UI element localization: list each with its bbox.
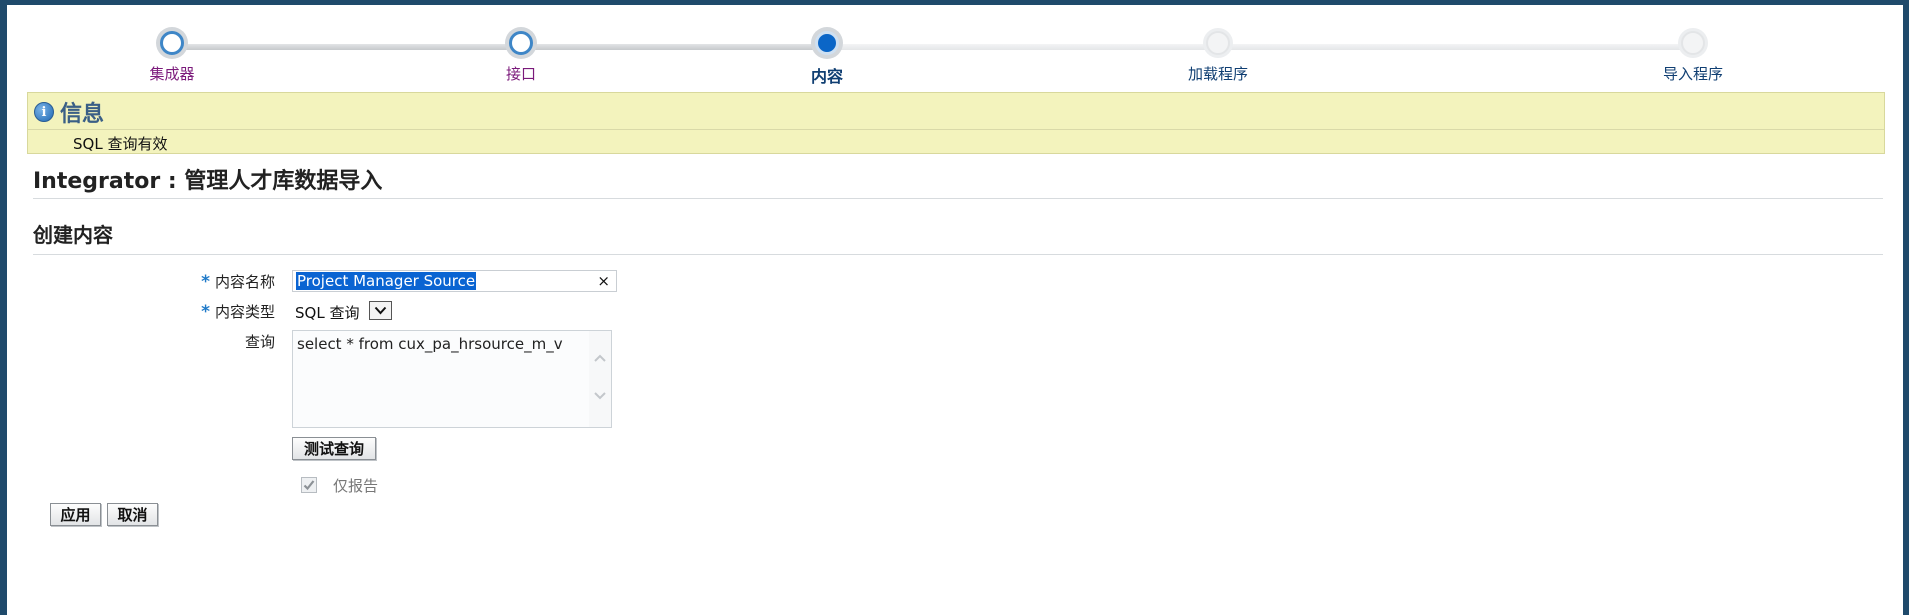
train-step-label: 加载程序 bbox=[1187, 65, 1248, 83]
content-name-label-text: 内容名称 bbox=[214, 273, 275, 291]
step-visited-icon bbox=[509, 31, 533, 55]
chevron-down-icon bbox=[374, 306, 387, 315]
cancel-button[interactable]: 取消 bbox=[107, 503, 158, 526]
step-pending-icon bbox=[1206, 31, 1230, 55]
content-type-select-value[interactable]: SQL 查询 bbox=[295, 302, 359, 323]
content-name-value[interactable]: Project Manager Source bbox=[296, 272, 477, 290]
info-message-box: i 信息 SQL 查询有效 bbox=[27, 92, 1885, 154]
section-divider bbox=[33, 254, 1883, 255]
apply-button[interactable]: 应用 bbox=[50, 503, 101, 526]
page-title: Integrator : 管理人才库数据导入 bbox=[33, 169, 383, 194]
query-scrollbar[interactable] bbox=[589, 331, 611, 427]
page-frame: 集成器 接口 内容 加载程序 导入程序 i 信息 SQL 查询有效 Integr… bbox=[7, 5, 1903, 615]
train-step-label: 内容 bbox=[810, 67, 843, 86]
test-query-button[interactable]: 测试查询 bbox=[292, 437, 376, 460]
required-marker: * bbox=[201, 302, 210, 322]
report-only-label: 仅报告 bbox=[333, 477, 379, 495]
clear-icon[interactable]: × bbox=[597, 271, 610, 291]
train-step-importer: 导入程序 bbox=[1613, 31, 1773, 84]
query-text[interactable]: select * from cux_pa_hrsource_m_v bbox=[297, 335, 563, 353]
report-only-checkbox[interactable] bbox=[301, 477, 317, 493]
checkmark-icon bbox=[303, 480, 315, 491]
content-name-input[interactable]: Project Manager Source × bbox=[292, 270, 617, 292]
step-pending-icon bbox=[1681, 31, 1705, 55]
info-message: SQL 查询有效 bbox=[73, 135, 168, 153]
train-step-interface[interactable]: 接口 bbox=[441, 31, 601, 84]
train-step-label[interactable]: 接口 bbox=[441, 63, 601, 84]
section-title: 创建内容 bbox=[33, 223, 113, 247]
train-step-label: 导入程序 bbox=[1662, 65, 1723, 83]
content-type-label-text: 内容类型 bbox=[214, 303, 275, 321]
train-step-loader: 加载程序 bbox=[1138, 31, 1298, 84]
info-icon: i bbox=[34, 102, 54, 122]
content-type-label: * 内容类型 bbox=[201, 301, 275, 322]
step-current-icon bbox=[815, 31, 839, 55]
scroll-arrows-icon bbox=[594, 354, 606, 400]
train-step-label[interactable]: 集成器 bbox=[92, 63, 252, 84]
train-step-integrator[interactable]: 集成器 bbox=[92, 31, 252, 84]
info-header: i 信息 bbox=[34, 99, 105, 127]
info-divider bbox=[28, 129, 1884, 130]
query-textarea[interactable]: select * from cux_pa_hrsource_m_v bbox=[292, 330, 612, 428]
train-step-content: 内容 bbox=[747, 31, 907, 87]
required-marker: * bbox=[201, 272, 210, 292]
info-title: 信息 bbox=[60, 102, 105, 127]
step-visited-icon bbox=[160, 31, 184, 55]
content-name-label: * 内容名称 bbox=[201, 271, 275, 292]
title-divider bbox=[33, 198, 1883, 199]
query-label: 查询 bbox=[244, 333, 275, 351]
process-train: 集成器 接口 内容 加载程序 导入程序 bbox=[7, 5, 1903, 95]
content-type-dropdown-button[interactable] bbox=[369, 301, 392, 320]
